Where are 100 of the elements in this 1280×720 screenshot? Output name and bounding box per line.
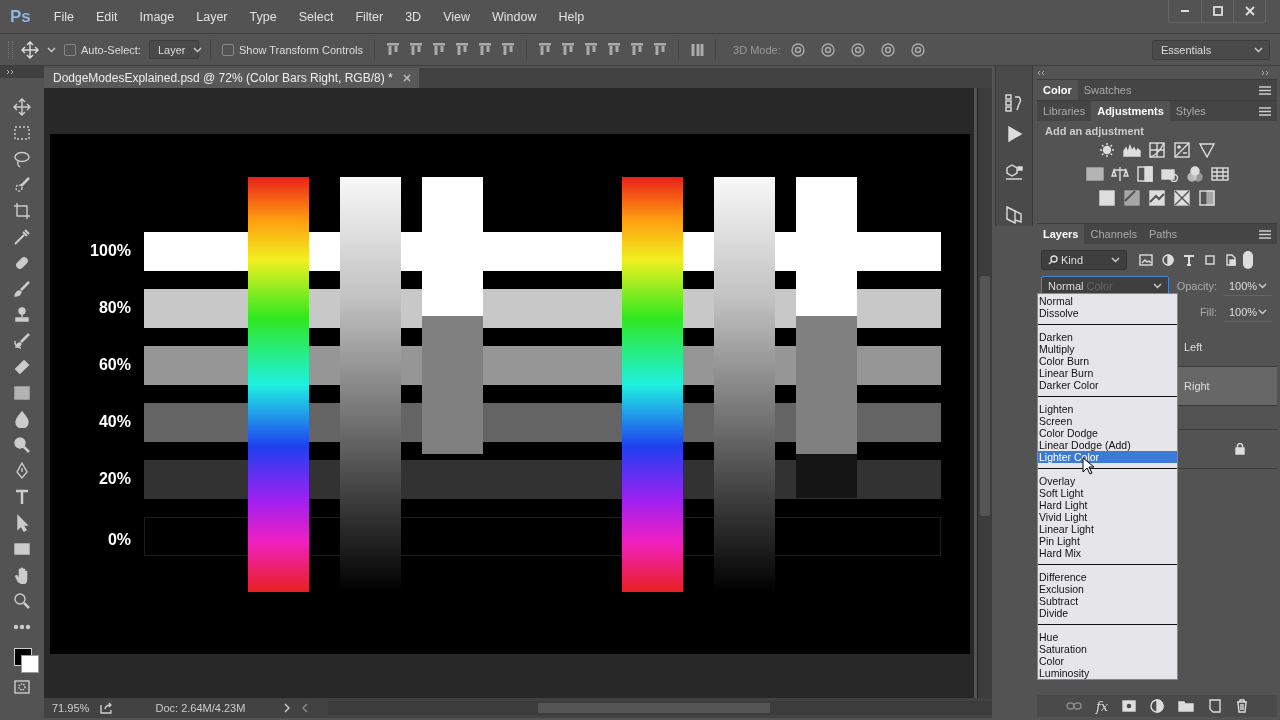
filter-toggle[interactable]: [1243, 251, 1253, 269]
panel-menu-icon[interactable]: [1259, 85, 1271, 95]
move-tool-icon[interactable]: [21, 40, 39, 59]
panel-tab[interactable]: Color: [1037, 80, 1078, 100]
quick-selection-icon[interactable]: [13, 176, 31, 194]
fill-field[interactable]: 100%: [1223, 302, 1273, 322]
scroll-left-icon[interactable]: [302, 703, 309, 713]
gradient-map-icon[interactable]: [1198, 190, 1216, 206]
menu-item[interactable]: 3D: [394, 0, 433, 33]
horizontal-scrollbar[interactable]: [328, 701, 992, 715]
brush-icon[interactable]: [13, 280, 31, 298]
panel-menu-icon[interactable]: [1259, 229, 1271, 239]
blend-mode-menu[interactable]: [1037, 293, 1178, 680]
expand-icon[interactable]: [1261, 69, 1269, 76]
photo-filter-icon[interactable]: [1160, 166, 1179, 182]
checkbox[interactable]: [64, 43, 76, 56]
new-layer-icon[interactable]: [1208, 699, 1223, 713]
panel-tab[interactable]: Channels: [1084, 224, 1143, 244]
blend-mode-option[interactable]: Lighten: [1038, 403, 1177, 415]
blend-mode-option[interactable]: Color Dodge: [1038, 427, 1177, 439]
panel-tab[interactable]: Layers: [1037, 224, 1085, 244]
pen-icon[interactable]: [13, 462, 31, 480]
zoom-level[interactable]: 71.95%: [52, 702, 92, 714]
image-filter-icon[interactable]: [1139, 254, 1153, 266]
blend-mode-option[interactable]: Screen: [1038, 415, 1177, 427]
blend-mode-option[interactable]: Exclusion: [1038, 583, 1177, 595]
expand-icon[interactable]: [6, 69, 14, 75]
blend-mode-option[interactable]: Linear Dodge (Add): [1038, 439, 1177, 451]
share-icon[interactable]: [99, 702, 114, 714]
channel-mixer-icon[interactable]: [1185, 166, 1204, 182]
vertical-scrollbar[interactable]: [977, 88, 992, 698]
panel-tab[interactable]: Libraries: [1037, 101, 1092, 121]
blend-mode-option[interactable]: Darken: [1038, 331, 1177, 343]
blend-mode-option[interactable]: Linear Light: [1038, 523, 1177, 535]
layer-style-button[interactable]: fx: [1095, 698, 1109, 714]
stamp-icon[interactable]: [13, 306, 31, 324]
levels-icon[interactable]: [1123, 142, 1141, 158]
blend-mode-option[interactable]: Lighter Color: [1038, 451, 1177, 463]
adjustment-filter-icon[interactable]: [1162, 254, 1174, 266]
blend-mode-option[interactable]: Hard Mix: [1038, 547, 1177, 559]
menu-item[interactable]: Type: [238, 0, 288, 33]
lasso-icon[interactable]: [13, 150, 31, 168]
blend-mode-option[interactable]: Difference: [1038, 571, 1177, 583]
document-tab[interactable]: DodgeModesExplained.psd @ 72% (Color Bars Right, RGB/8) *: [44, 68, 419, 88]
zoom-icon[interactable]: [13, 592, 31, 610]
smart-object-filter-icon[interactable]: [1225, 254, 1237, 266]
panel-tab[interactable]: Swatches: [1077, 80, 1138, 100]
menu-item[interactable]: Image: [128, 0, 186, 33]
menu-item[interactable]: Filter: [344, 0, 395, 33]
selective-color-icon[interactable]: [1173, 190, 1191, 206]
panel-menu-icon[interactable]: [1259, 106, 1271, 116]
rectangle-icon[interactable]: [13, 540, 31, 558]
blend-mode-option[interactable]: Normal: [1038, 295, 1177, 307]
mask-icon[interactable]: [1122, 700, 1137, 712]
play-icon[interactable]: [1006, 126, 1022, 142]
panel-tab[interactable]: Styles: [1169, 101, 1212, 121]
gradient-icon[interactable]: [13, 384, 31, 402]
invert-icon[interactable]: [1098, 190, 1116, 206]
menu-item[interactable]: Window: [481, 0, 548, 33]
panel-tab[interactable]: Paths: [1142, 224, 1184, 244]
blend-mode-option[interactable]: Darker Color: [1038, 379, 1177, 391]
hand-icon[interactable]: [13, 566, 31, 584]
opacity-field[interactable]: 100%: [1223, 276, 1273, 296]
menu-item[interactable]: Edit: [84, 0, 129, 33]
type-icon[interactable]: [13, 488, 31, 506]
lock-icon[interactable]: [1235, 443, 1245, 455]
folder-icon[interactable]: [1178, 700, 1195, 712]
shape-filter-icon[interactable]: [1204, 254, 1216, 266]
workspace-select[interactable]: Essentials: [1152, 39, 1270, 60]
type-filter-icon[interactable]: [1183, 254, 1195, 266]
menu-item[interactable]: Layer: [185, 0, 239, 33]
blend-mode-option[interactable]: Luminosity: [1038, 667, 1177, 679]
history-icon[interactable]: [1005, 94, 1023, 112]
blend-mode-option[interactable]: Pin Light: [1038, 535, 1177, 547]
adjustment-layer-icon[interactable]: [1150, 699, 1165, 713]
brightness-icon[interactable]: [1098, 142, 1116, 158]
history-brush-icon[interactable]: [13, 332, 31, 350]
move-icon[interactable]: [13, 98, 31, 116]
checkbox[interactable]: [221, 43, 234, 56]
blend-mode-option[interactable]: Dissolve: [1038, 307, 1177, 319]
panel-tab[interactable]: Adjustments: [1091, 101, 1170, 121]
grid-icon[interactable]: [1210, 166, 1229, 182]
blend-mode-option[interactable]: Multiply: [1038, 343, 1177, 355]
menu-item[interactable]: Help: [547, 0, 596, 33]
threshold-icon[interactable]: [1148, 190, 1166, 206]
properties-icon[interactable]: [1005, 206, 1023, 224]
balance-scale-icon[interactable]: [1110, 166, 1129, 182]
dodge-icon[interactable]: [13, 436, 31, 454]
blend-mode-option[interactable]: Subtract: [1038, 595, 1177, 607]
blend-mode-option[interactable]: Linear Burn: [1038, 367, 1177, 379]
menu-item[interactable]: File: [42, 0, 85, 33]
half-square-icon[interactable]: [1135, 166, 1154, 182]
blend-mode-option[interactable]: Color Burn: [1038, 355, 1177, 367]
exposure-icon[interactable]: [1173, 142, 1191, 158]
crop-icon[interactable]: [13, 202, 31, 220]
blend-mode-option[interactable]: Soft Light: [1038, 487, 1177, 499]
marquee-icon[interactable]: [13, 124, 31, 142]
link-icon[interactable]: [1065, 701, 1082, 711]
blend-mode-option[interactable]: Color: [1038, 655, 1177, 667]
align-top-icon[interactable]: [386, 42, 401, 57]
